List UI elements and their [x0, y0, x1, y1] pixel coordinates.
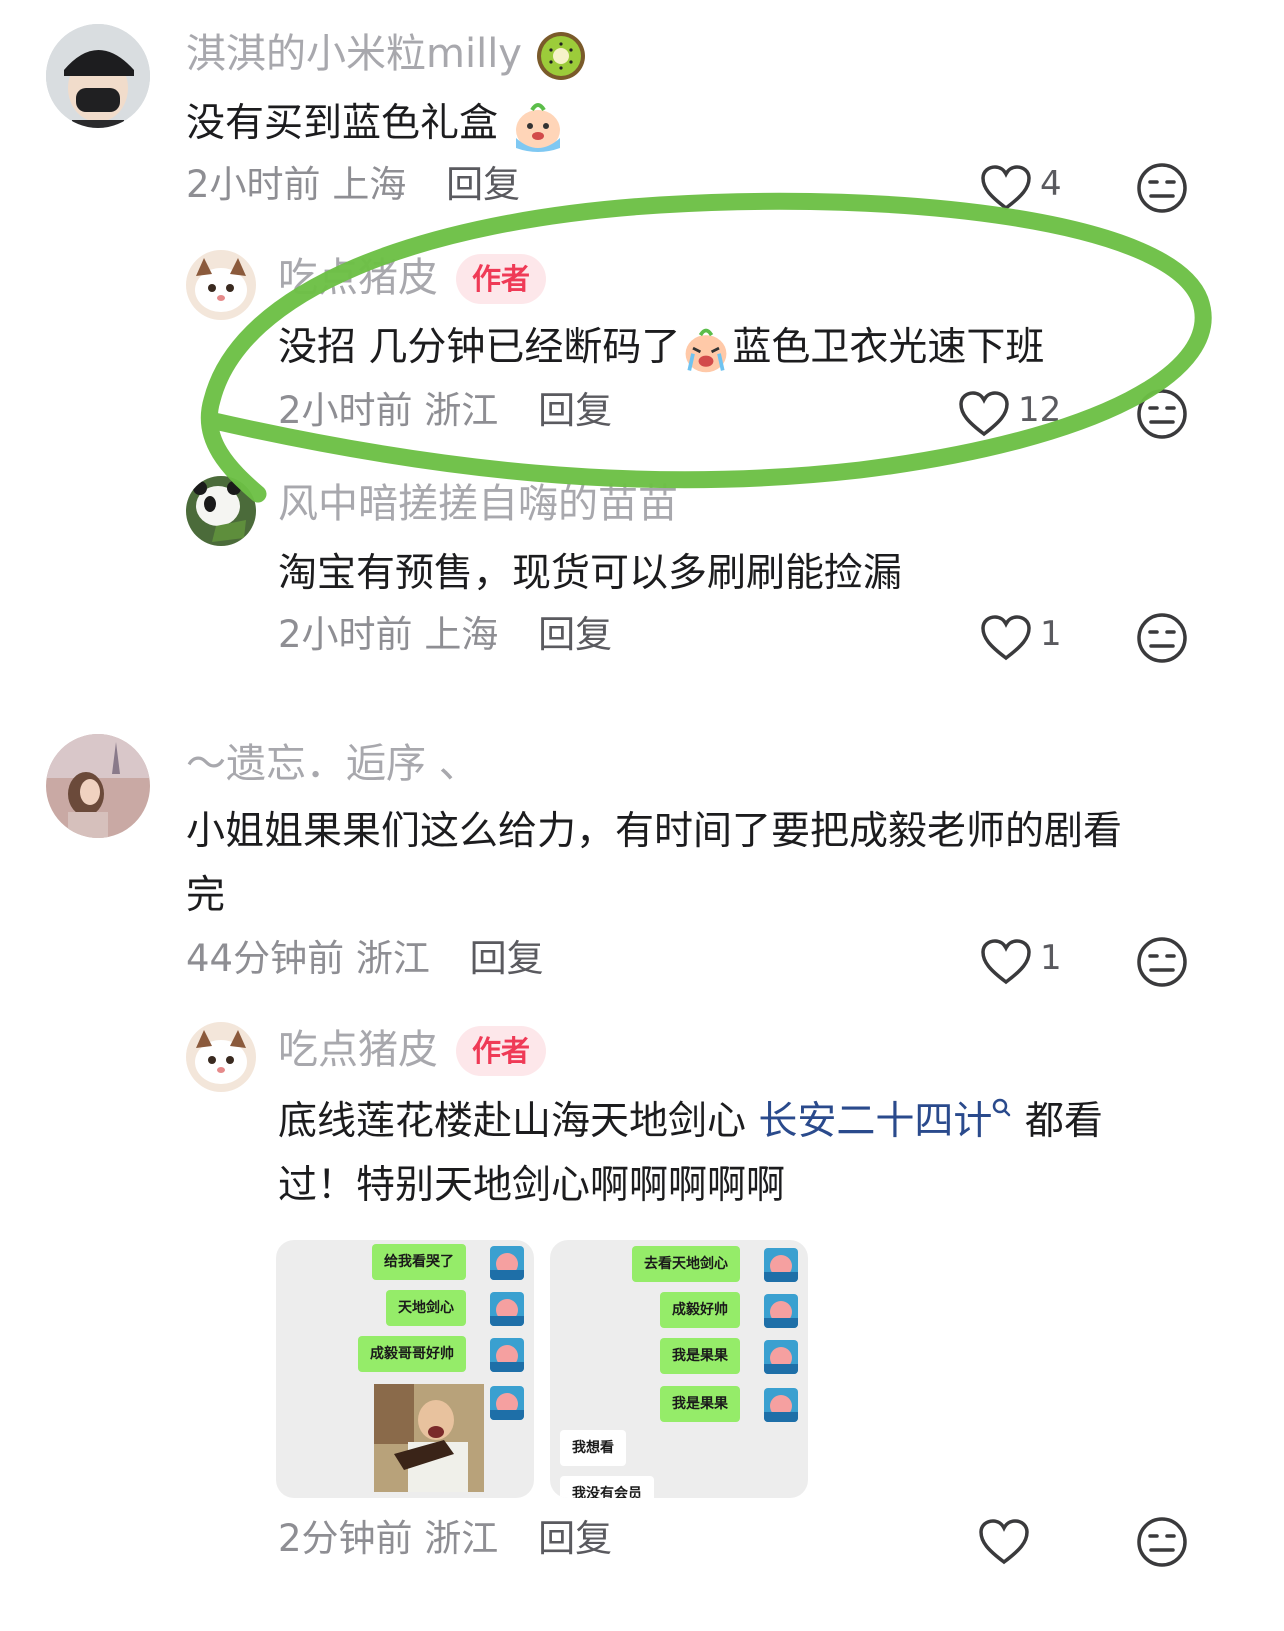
chat-bubble: 成毅哥哥好帅	[358, 1336, 466, 1372]
heart-outline-icon[interactable]	[978, 1518, 1030, 1566]
timestamp: 44分钟前	[186, 937, 345, 980]
reply-text-line: 底线莲花楼赴山海天地剑心 长安二十四计 都看	[278, 1098, 1103, 1144]
chat-avatar	[490, 1246, 524, 1280]
neutral-face-icon[interactable]	[1136, 1516, 1188, 1568]
chat-bubble: 我是果果	[660, 1386, 740, 1422]
reply-text-line: 过！特别天地剑心啊啊啊啊啊	[278, 1163, 786, 1208]
reply-meta: 2分钟前 浙江 回复	[278, 1516, 612, 1562]
avatar-image	[46, 734, 150, 838]
chat-bubble: 成毅好帅	[660, 1292, 740, 1328]
like-count: 1	[1040, 938, 1062, 978]
timestamp: 2分钟前	[278, 1517, 413, 1560]
comment-text-line: 小姐姐果果们这么给力，有时间了要把成毅老师的剧看	[186, 809, 1123, 854]
comment-username[interactable]: ～遗忘．逅序 、	[186, 740, 479, 788]
chat-bubble: 天地剑心	[386, 1290, 466, 1326]
chat-avatar	[764, 1388, 798, 1422]
heart-outline-icon[interactable]	[980, 938, 1032, 986]
avatar[interactable]	[186, 1022, 256, 1092]
avatar-image	[186, 1022, 256, 1092]
chat-bubble: 给我看哭了	[372, 1244, 466, 1280]
chat-avatar	[764, 1248, 798, 1282]
reply-button[interactable]: 回复	[538, 1517, 612, 1560]
author-badge: 作者	[456, 1026, 547, 1076]
chat-avatar	[764, 1294, 798, 1328]
reply-button[interactable]: 回复	[470, 937, 544, 980]
chat-avatar	[490, 1386, 524, 1420]
reply-image-thumbnail[interactable]: 给我看哭了 天地剑心 成毅哥哥好帅	[276, 1240, 534, 1498]
avatar[interactable]	[46, 734, 150, 838]
location: 浙江	[355, 937, 430, 980]
chat-bubble: 去看天地剑心	[632, 1246, 740, 1282]
topic-link[interactable]: 长安二十四计	[758, 1098, 1012, 1144]
chat-avatar	[490, 1292, 524, 1326]
chat-bubble: 我没有会员	[560, 1476, 654, 1498]
comment-meta: 44分钟前 浙江 回复	[186, 936, 544, 982]
neutral-face-icon[interactable]	[1136, 936, 1188, 988]
reply-image-thumbnail[interactable]: 去看天地剑心 成毅好帅 我是果果 我是果果 我想看 我没有会员	[550, 1240, 808, 1498]
chat-bubble: 我是果果	[660, 1338, 740, 1374]
chat-avatar	[764, 1340, 798, 1374]
location: 浙江	[424, 1517, 499, 1560]
search-small-icon	[993, 1098, 1011, 1117]
chat-bubble: 我想看	[560, 1430, 626, 1466]
comment-text-line: 完	[186, 873, 226, 918]
reply-username[interactable]: 吃点猪皮	[278, 1026, 438, 1074]
meme-photo	[374, 1384, 484, 1492]
chat-avatar	[490, 1338, 524, 1372]
